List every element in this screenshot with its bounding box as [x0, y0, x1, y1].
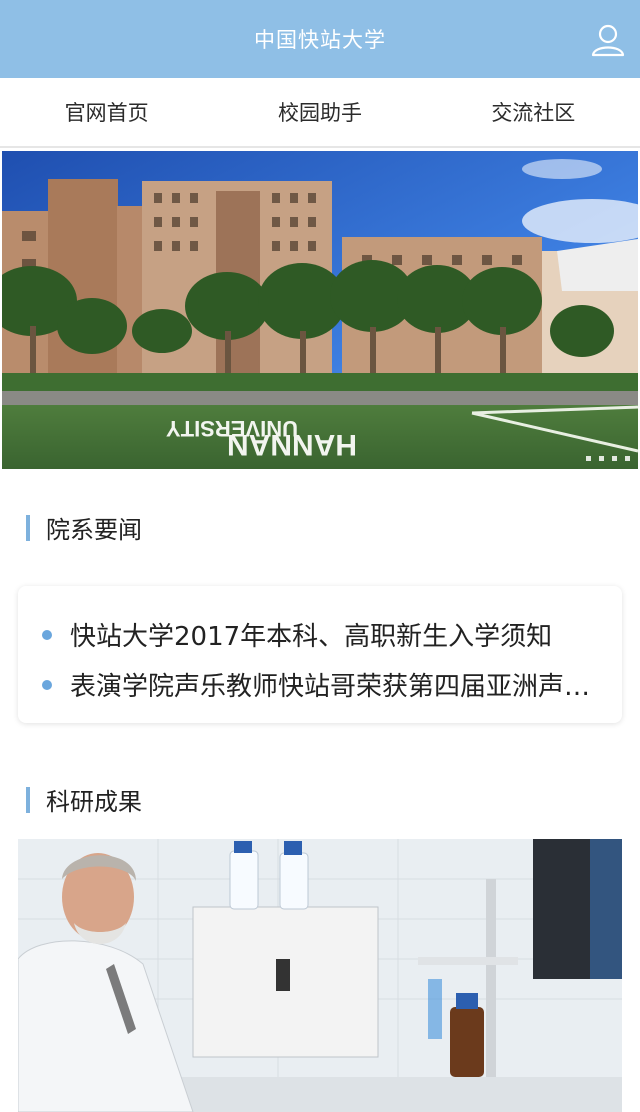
- research-section-title: 科研成果: [46, 788, 142, 816]
- news-item-title: 表演学院声乐教师快站哥荣获第四届亚洲声乐比赛金奖: [70, 672, 608, 702]
- news-item[interactable]: 快站大学2017年本科、高职新生入学须知: [42, 616, 608, 653]
- carousel-dot[interactable]: [599, 456, 604, 461]
- news-section-title: 院系要闻: [46, 516, 142, 544]
- carousel-dot[interactable]: [612, 456, 617, 461]
- bullet-icon: [42, 629, 52, 640]
- top-nav: 官网首页 校园助手 交流社区: [0, 78, 640, 148]
- ground-text-hannan: HANNAN: [227, 428, 357, 461]
- carousel-indicators: [586, 456, 630, 461]
- nav-item-community[interactable]: 交流社区: [427, 97, 640, 127]
- research-section-header: 科研成果: [26, 782, 142, 817]
- nav-item-home[interactable]: 官网首页: [0, 97, 213, 127]
- carousel-dot[interactable]: [625, 456, 630, 461]
- nav-item-campus-assistant[interactable]: 校园助手: [213, 97, 426, 127]
- banner-carousel[interactable]: UNIVERSITY HANNAN: [2, 151, 638, 469]
- news-item-title: 快站大学2017年本科、高职新生入学须知: [70, 622, 553, 652]
- carousel-dot[interactable]: [586, 456, 591, 461]
- news-section-header: 院系要闻: [26, 510, 142, 545]
- news-item[interactable]: 表演学院声乐教师快站哥荣获第四届亚洲声乐比赛金奖: [42, 666, 608, 703]
- lab-photo: [18, 839, 622, 1112]
- news-card: 快站大学2017年本科、高职新生入学须知 表演学院声乐教师快站哥荣获第四届亚洲声…: [18, 586, 622, 723]
- campus-photo: UNIVERSITY HANNAN: [2, 151, 638, 469]
- app-header: 中国快站大学: [0, 0, 640, 78]
- user-button[interactable]: [588, 20, 628, 60]
- page-title: 中国快站大学: [254, 28, 386, 52]
- section-marker: [26, 786, 30, 813]
- section-marker: [26, 514, 30, 541]
- research-image[interactable]: [18, 839, 622, 1112]
- bullet-icon: [42, 679, 52, 690]
- user-icon: [591, 24, 625, 57]
